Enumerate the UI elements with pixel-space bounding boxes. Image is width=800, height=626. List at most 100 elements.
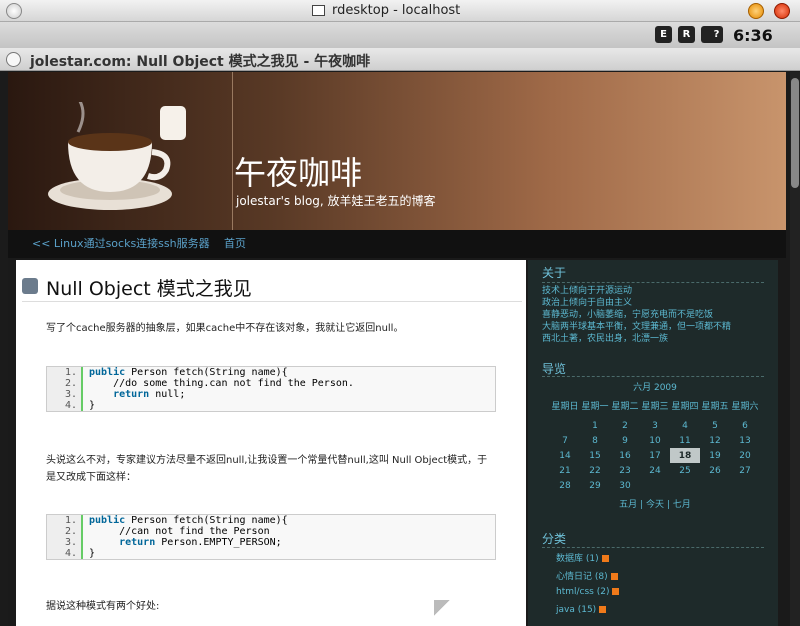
calendar-day[interactable]: 8 xyxy=(580,433,610,448)
calendar-day[interactable]: 23 xyxy=(610,463,640,478)
calendar-day[interactable]: 24 xyxy=(640,463,670,478)
category-item[interactable]: 数据库 (1) xyxy=(556,551,609,564)
post-paragraph: 头说这么不对，专家建议方法尽量不返回null,让我设置一个常量代替null,这叫… xyxy=(46,455,488,483)
calendar-day[interactable]: 12 xyxy=(700,433,730,448)
calendar-day[interactable]: 4 xyxy=(670,418,700,433)
prev-month-link[interactable]: 五月 xyxy=(619,500,637,510)
calendar-day[interactable]: 18 xyxy=(670,448,700,463)
code-line: 1. public Person fetch(String name){ xyxy=(47,367,495,378)
calendar-day[interactable]: 10 xyxy=(640,433,670,448)
post-paragraph: 写了个cache服务器的抽象层，如果cache中不存在该对象，我就让它返回nul… xyxy=(46,323,404,334)
calendar-day xyxy=(640,478,670,493)
calendar-day[interactable]: 1 xyxy=(580,418,610,433)
minimize-button[interactable] xyxy=(748,3,764,19)
calendar-nav: 五月 | 今天 | 七月 xyxy=(619,500,691,510)
calendar-week: 7 8 9 10 11 12 13 xyxy=(550,433,760,448)
post-paragraph: 据说这种模式有两个好处: xyxy=(46,601,160,612)
scrollbar[interactable] xyxy=(790,72,800,626)
post-header: Null Object 模式之我见 xyxy=(22,274,522,302)
calendar-day[interactable]: 7 xyxy=(550,433,580,448)
today-link[interactable]: 今天 xyxy=(646,500,664,510)
window-icon xyxy=(312,5,325,16)
calendar-day[interactable]: 5 xyxy=(700,418,730,433)
post-content: Null Object 模式之我见 写了个cache服务器的抽象层，如果cach… xyxy=(16,260,526,626)
calendar-day[interactable]: 27 xyxy=(730,463,760,478)
about-line[interactable]: 西北土著，农民出身，北漂一族 xyxy=(542,331,668,344)
site-title[interactable]: 午夜咖啡 xyxy=(234,148,362,194)
weekday-header: 星期三 xyxy=(641,402,669,412)
weekday-header: 星期二 xyxy=(611,402,639,412)
rss-icon[interactable] xyxy=(599,606,607,613)
calendar-day[interactable]: 28 xyxy=(550,478,580,493)
rss-icon[interactable] xyxy=(610,573,618,580)
calendar-day[interactable]: 3 xyxy=(640,418,670,433)
close-button[interactable] xyxy=(774,3,790,19)
category-item[interactable]: html/css (2) xyxy=(556,587,620,597)
header-divider xyxy=(232,72,233,230)
home-link[interactable]: 首页 xyxy=(224,235,246,251)
browser-title: jolestar.com: Null Object 模式之我见 - 午夜咖啡 xyxy=(30,54,371,70)
next-month-link[interactable]: 七月 xyxy=(673,500,691,510)
calendar-week: 21 22 23 24 25 26 27 xyxy=(550,463,760,478)
rss-icon[interactable] xyxy=(612,588,620,595)
blog-header: 午夜咖啡 jolestar's blog, 放羊娃王老五的博客 xyxy=(8,72,786,230)
weekday-header: 星期一 xyxy=(581,402,609,412)
calendar-day[interactable]: 2 xyxy=(610,418,640,433)
calendar-body: 1 2 3 4 5 6 7 8 9 10 11 12 13 14 15 16 17 18 19 20 21 22 23 24 2… xyxy=(550,418,760,493)
calendar-day[interactable]: 11 xyxy=(670,433,700,448)
prev-post-link[interactable]: << Linux通过socks连接ssh服务器 xyxy=(32,235,210,251)
calendar-day[interactable]: 6 xyxy=(730,418,760,433)
calendar-day[interactable]: 9 xyxy=(610,433,640,448)
calendar-day xyxy=(670,478,700,493)
calendar-day xyxy=(550,418,580,433)
window-menu-button[interactable] xyxy=(6,3,22,19)
code-block: 1. public Person fetch(String name){ 2. … xyxy=(46,514,496,560)
calendar-table: 星期日 星期一 星期二 星期三 星期四 星期五 星期六 1 2 3 4 5 6 7 8 9 10 1… xyxy=(550,396,760,493)
window-titlebar: rdesktop - localhost xyxy=(0,0,800,22)
site-tagline: jolestar's blog, 放羊娃王老五的博客 xyxy=(236,194,436,208)
code-line: 3. return Person.EMPTY_PERSON; xyxy=(47,537,495,548)
code-line: 4. } xyxy=(47,400,495,411)
calendar-day[interactable]: 19 xyxy=(700,448,730,463)
divider xyxy=(542,547,764,548)
calendar-week: 14 15 16 17 18 19 20 xyxy=(550,448,760,463)
calendar-day[interactable]: 16 xyxy=(610,448,640,463)
code-line: 3. return null; xyxy=(47,389,495,400)
calendar-day xyxy=(700,478,730,493)
calendar-day[interactable]: 25 xyxy=(670,463,700,478)
window-title: rdesktop - localhost xyxy=(332,3,461,18)
category-item[interactable]: 心情日记 (8) xyxy=(556,569,618,582)
code-line: 2. //can not find the Person xyxy=(47,526,495,537)
post-marker-icon xyxy=(22,278,38,294)
code-block: 1. public Person fetch(String name){ 2. … xyxy=(46,366,496,412)
rss-icon[interactable] xyxy=(601,555,609,562)
signal-icon: R xyxy=(678,26,695,43)
status-bar: E R ? 6:36 PM xyxy=(0,22,800,64)
calendar-day[interactable]: 29 xyxy=(580,478,610,493)
code-line: 2. //do some thing.can not find the Pers… xyxy=(47,378,495,389)
scrollbar-thumb[interactable] xyxy=(791,78,799,188)
category-item[interactable]: java (15) xyxy=(556,605,607,615)
about-heading: 关于 xyxy=(542,266,567,280)
category-heading: 分类 xyxy=(542,532,567,546)
calendar-day[interactable]: 21 xyxy=(550,463,580,478)
calendar-day[interactable]: 17 xyxy=(640,448,670,463)
code-line: 4. } xyxy=(47,548,495,559)
calendar-day[interactable]: 14 xyxy=(550,448,580,463)
calendar-week: 28 29 30 xyxy=(550,478,760,493)
calendar-day[interactable]: 13 xyxy=(730,433,760,448)
calendar-day[interactable]: 20 xyxy=(730,448,760,463)
post-nav: << Linux通过socks连接ssh服务器 首页 xyxy=(8,230,786,258)
calendar-day[interactable]: 22 xyxy=(580,463,610,478)
page-fold-icon xyxy=(434,600,450,616)
calendar: 六月 2009 星期日 星期一 星期二 星期三 星期四 星期五 星期六 1234… xyxy=(550,380,760,510)
sidebar: 关于 技术上倾向于开源运动 政治上倾向于自由主义 喜静恶动，小脑萎缩，宁愿充电而… xyxy=(528,260,778,626)
calendar-day[interactable]: 15 xyxy=(580,448,610,463)
browser-titlebar: jolestar.com: Null Object 模式之我见 - 午夜咖啡 xyxy=(0,48,800,71)
calendar-week: 123456 xyxy=(550,418,760,433)
calendar-day[interactable]: 30 xyxy=(610,478,640,493)
calendar-day[interactable]: 26 xyxy=(700,463,730,478)
code-line: 1. public Person fetch(String name){ xyxy=(47,515,495,526)
post-title: Null Object 模式之我见 xyxy=(46,278,252,300)
help-icon: ? xyxy=(713,29,720,40)
